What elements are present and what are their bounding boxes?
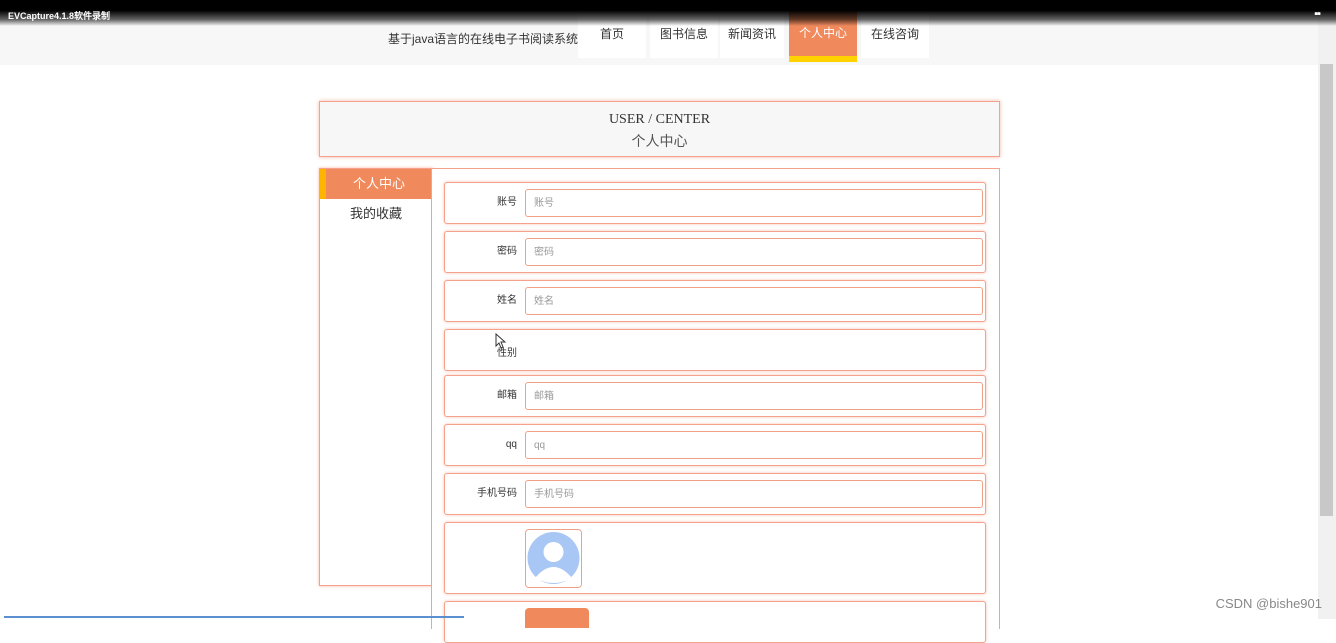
scrollbar-thumb[interactable] (1320, 64, 1333, 516)
mouse-cursor-icon (495, 333, 506, 349)
form-row-email: 邮箱 (444, 375, 986, 417)
form-row-name: 姓名 (444, 280, 986, 322)
page-title-en: USER / CENTER (608, 112, 711, 127)
qq-label: qq (505, 439, 517, 450)
phone-input[interactable] (525, 480, 983, 508)
password-label: 密码 (497, 246, 517, 257)
page-title: 个人中心 (631, 135, 688, 150)
email-label: 邮箱 (497, 390, 517, 401)
recorder-title: EVCapture4.1.8软件录制 (8, 11, 111, 21)
form-row-avatar (444, 522, 986, 594)
recorder-overlay: EVCapture4.1.8软件录制 ▪▪ (0, 0, 1336, 26)
qq-input[interactable] (525, 431, 983, 459)
form-row-qq: qq (444, 424, 986, 466)
form-row-phone: 手机号码 (444, 473, 986, 515)
progress-line (4, 616, 464, 618)
sidebar-item-favorites[interactable]: 我的收藏 (320, 199, 432, 229)
page-scrollbar[interactable] (1318, 0, 1336, 619)
account-input[interactable] (525, 189, 983, 217)
submit-button[interactable] (525, 608, 589, 628)
user-avatar-icon (526, 530, 581, 587)
email-input[interactable] (525, 382, 983, 410)
form-row-gender[interactable]: 性别 (444, 329, 986, 371)
avatar-upload[interactable] (525, 529, 582, 588)
account-label: 账号 (497, 197, 517, 208)
password-input[interactable] (525, 238, 983, 266)
page-header: USER / CENTER 个人中心 (319, 101, 1000, 157)
form-row-submit (444, 601, 986, 643)
sidebar: 个人中心 我的收藏 (319, 168, 433, 586)
gender-label: 性别 (497, 348, 517, 359)
grip-icon[interactable]: ▪▪ (1314, 8, 1321, 20)
form-row-account: 账号 (444, 182, 986, 224)
phone-label: 手机号码 (477, 488, 517, 499)
watermark: CSDN @bishe901 (1215, 596, 1322, 611)
name-input[interactable] (525, 287, 983, 315)
site-title: 基于java语言的在线电子书阅读系统 (388, 32, 579, 46)
form-row-password: 密码 (444, 231, 986, 273)
sidebar-item-user-center[interactable]: 个人中心 (320, 169, 432, 199)
name-label: 姓名 (497, 295, 517, 306)
